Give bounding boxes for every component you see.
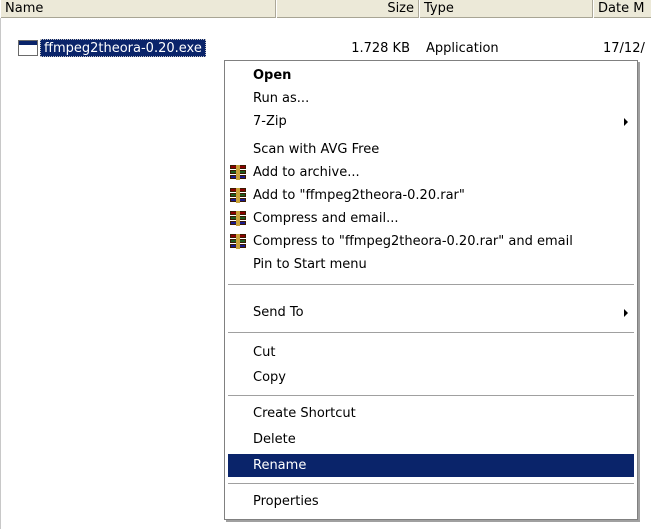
menu-item-compress-rar-email[interactable]: Compress to "ffmpeg2theora-0.20.rar" and… <box>228 230 634 253</box>
menu-item-delete[interactable]: Delete <box>228 428 634 451</box>
menu-item-copy[interactable]: Copy <box>228 366 634 389</box>
winrar-archive-icon <box>230 234 246 249</box>
column-header-type[interactable]: Type <box>419 0 593 18</box>
menu-item-open[interactable]: Open <box>228 64 634 87</box>
menu-item-compress-rar-email-label: Compress to "ffmpeg2theora-0.20.rar" and… <box>253 234 573 249</box>
menu-item-7zip[interactable]: 7-Zip <box>228 110 634 133</box>
column-header-size[interactable]: Size <box>276 0 419 18</box>
file-size: 1.728 KB <box>351 41 410 56</box>
menu-separator <box>228 284 634 286</box>
file-name[interactable]: ffmpeg2theora-0.20.exe <box>40 39 206 57</box>
menu-separator <box>228 395 634 397</box>
pane-border <box>0 18 3 529</box>
menu-item-scan-avg[interactable]: Scan with AVG Free <box>228 138 634 161</box>
menu-separator <box>228 332 634 334</box>
menu-item-cut[interactable]: Cut <box>228 341 634 364</box>
winrar-archive-icon <box>230 188 246 203</box>
menu-item-create-shortcut[interactable]: Create Shortcut <box>228 402 634 425</box>
column-header-name[interactable]: Name <box>0 0 276 18</box>
menu-item-run-as[interactable]: Run as... <box>228 87 634 110</box>
file-date: 17/12/ <box>603 41 645 56</box>
menu-item-rename[interactable]: Rename <box>228 454 634 477</box>
menu-separator <box>228 483 634 485</box>
context-menu: Open Run as... 7-Zip Scan with AVG Free … <box>224 60 638 520</box>
menu-item-add-to-rar[interactable]: Add to "ffmpeg2theora-0.20.rar" <box>228 184 634 207</box>
menu-item-send-to[interactable]: Send To <box>228 301 634 324</box>
menu-item-7zip-label: 7-Zip <box>253 114 287 129</box>
menu-item-send-to-label: Send To <box>253 305 304 320</box>
winrar-archive-icon <box>230 165 246 180</box>
winrar-archive-icon <box>230 211 246 226</box>
menu-item-add-to-archive[interactable]: Add to archive... <box>228 161 634 184</box>
menu-item-properties[interactable]: Properties <box>228 490 634 513</box>
application-exe-icon <box>18 40 38 56</box>
column-header-bar: Name Size Type Date M <box>0 0 651 18</box>
submenu-arrow-icon <box>624 118 628 126</box>
submenu-arrow-icon <box>624 309 628 317</box>
menu-item-compress-email-label: Compress and email... <box>253 211 399 226</box>
menu-item-add-to-rar-label: Add to "ffmpeg2theora-0.20.rar" <box>253 188 465 203</box>
file-row[interactable]: ffmpeg2theora-0.20.exe 1.728 KB Applicat… <box>0 39 651 58</box>
explorer-window: Name Size Type Date M ffmpeg2theora-0.20… <box>0 0 651 529</box>
column-header-date[interactable]: Date M <box>593 0 651 18</box>
menu-item-compress-email[interactable]: Compress and email... <box>228 207 634 230</box>
menu-item-pin-start[interactable]: Pin to Start menu <box>228 253 634 276</box>
menu-item-add-to-archive-label: Add to archive... <box>253 165 360 180</box>
file-type: Application <box>426 41 499 56</box>
